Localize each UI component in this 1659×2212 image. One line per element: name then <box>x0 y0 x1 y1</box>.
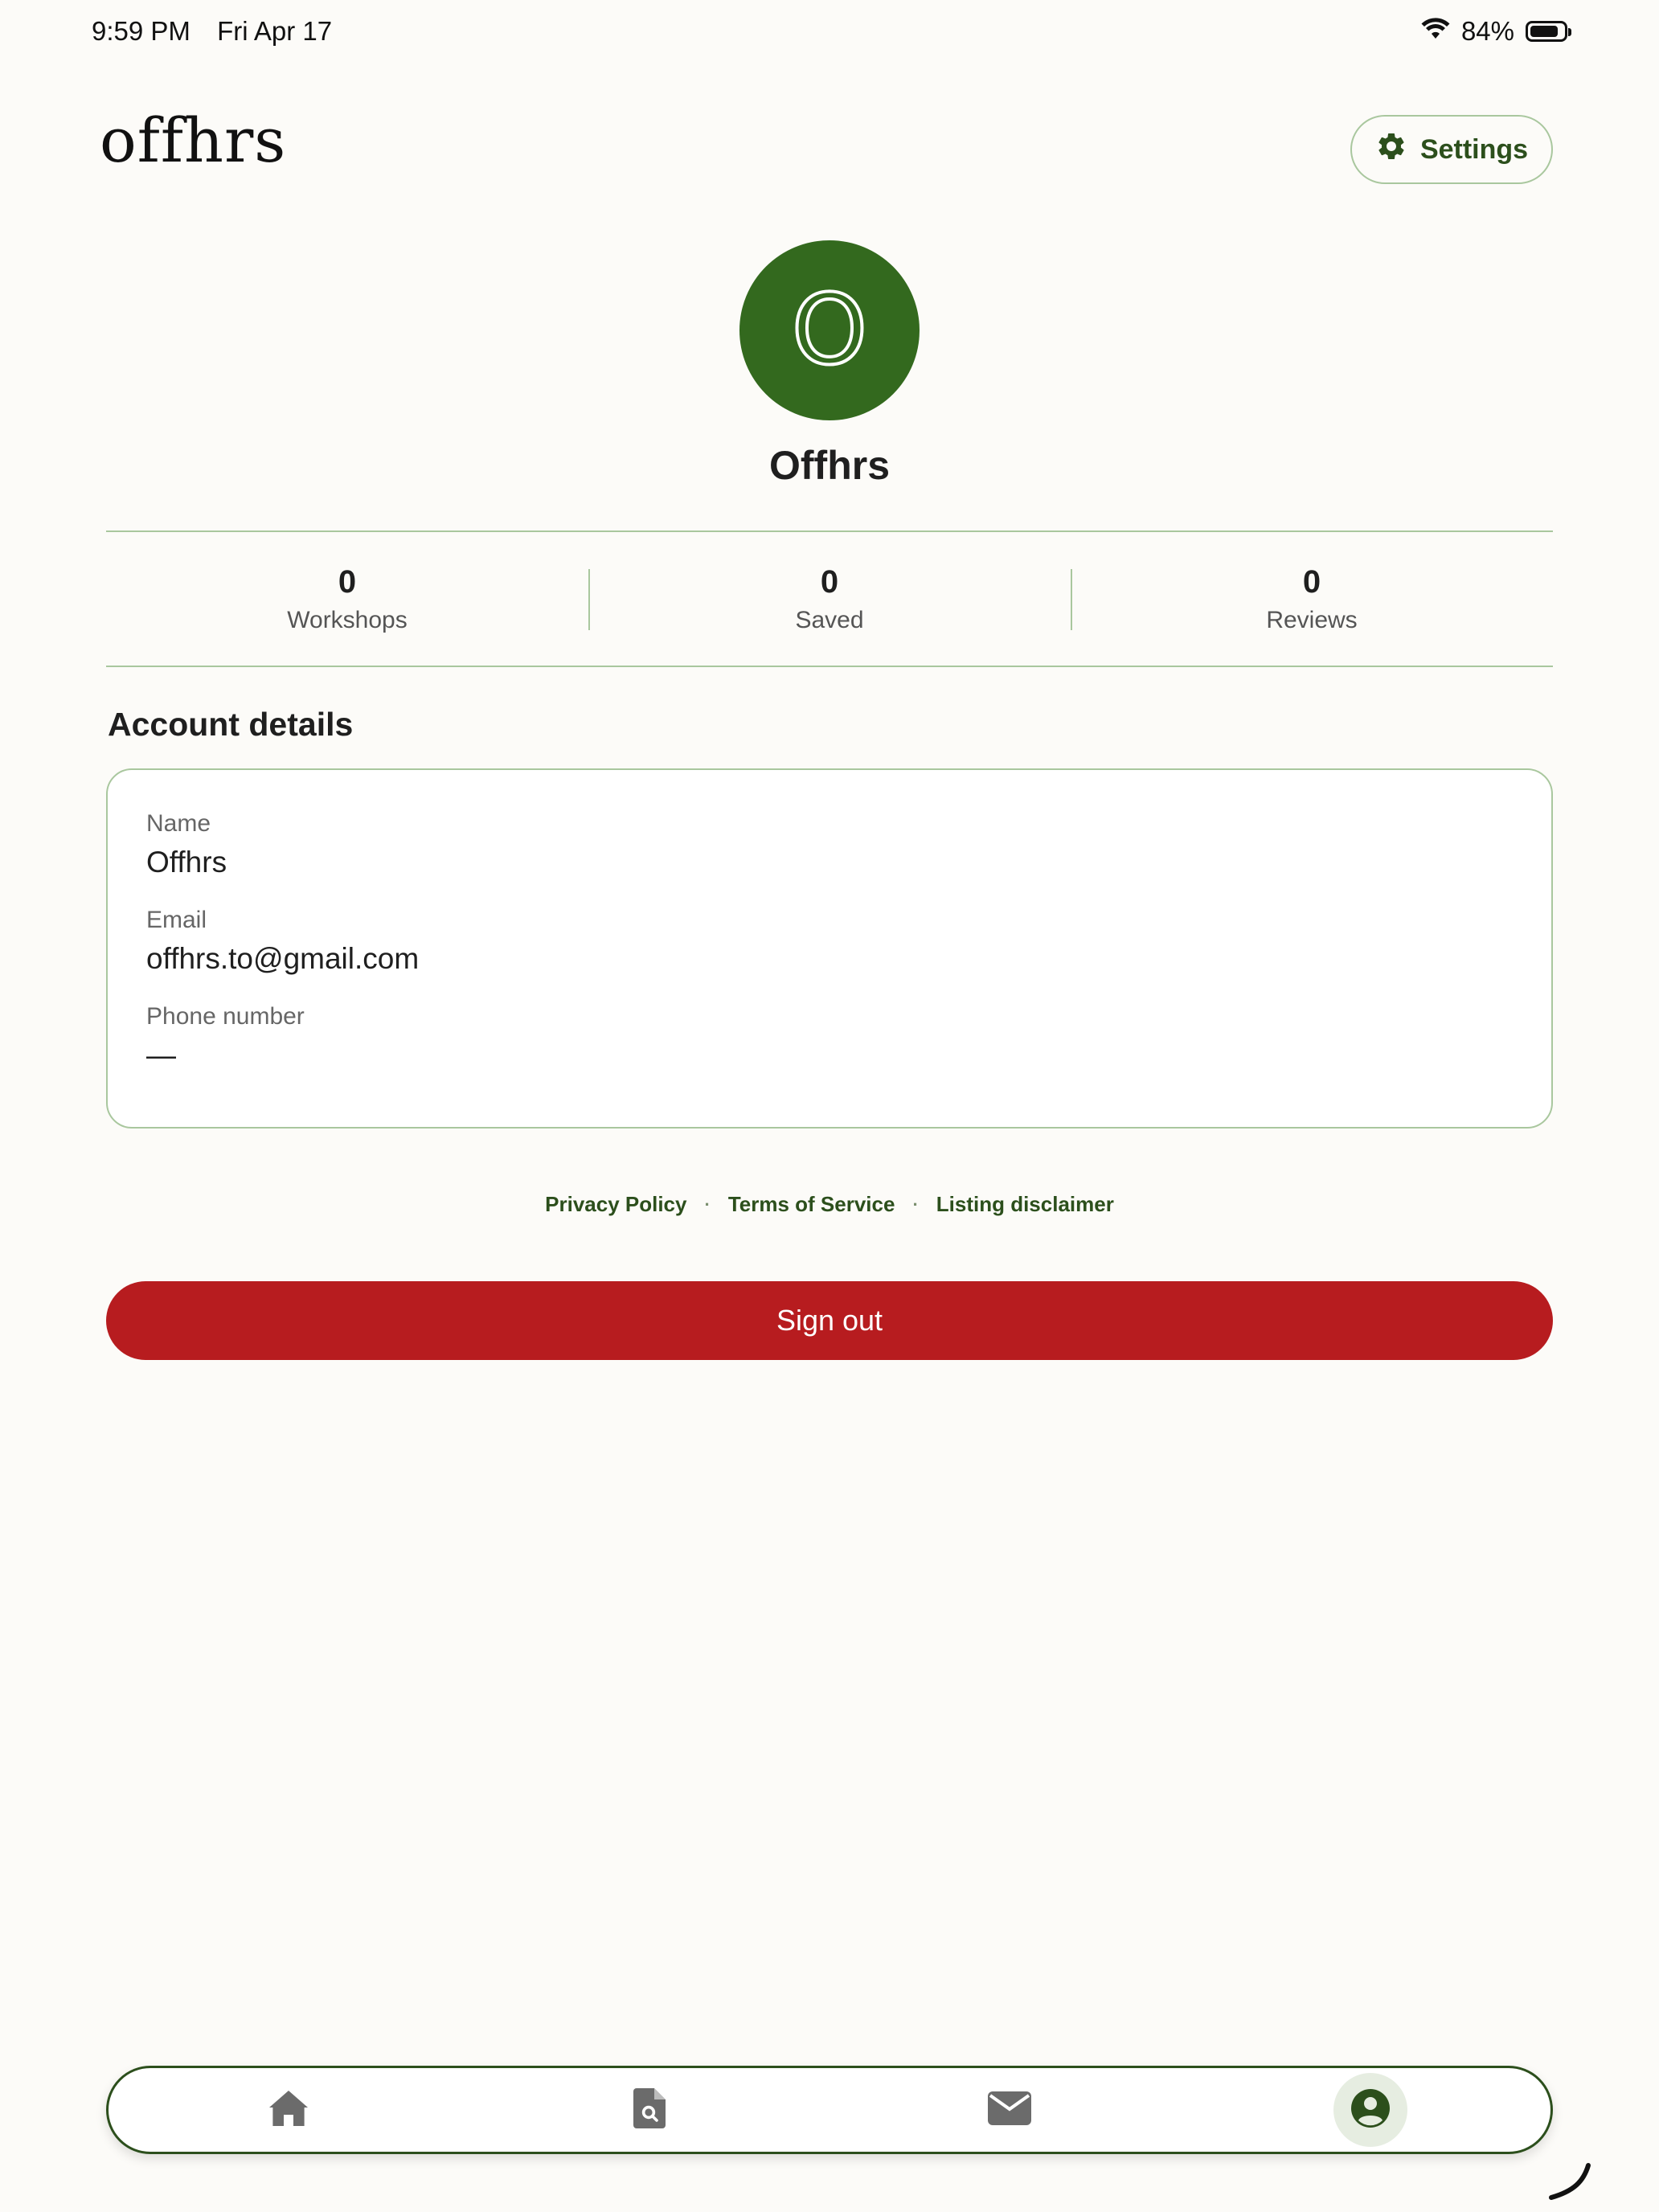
status-bar: 9:59 PM Fri Apr 17 84% <box>92 11 1571 51</box>
phone-field: Phone number — <box>146 1003 1513 1072</box>
sign-out-button[interactable]: Sign out <box>106 1281 1553 1360</box>
email-field: Email offhrs.to@gmail.com <box>146 907 1513 976</box>
privacy-policy-link[interactable]: Privacy Policy <box>545 1192 686 1217</box>
field-value: Offhrs <box>146 846 227 879</box>
link-separator: · <box>704 1194 711 1215</box>
tab-home[interactable] <box>252 2073 326 2147</box>
field-label: Phone number <box>146 1003 305 1030</box>
account-details-card: Name Offhrs Email offhrs.to@gmail.com Ph… <box>106 768 1553 1129</box>
link-separator: · <box>912 1194 919 1215</box>
field-value: — <box>146 1038 176 1071</box>
settings-button[interactable]: Settings <box>1350 115 1553 184</box>
battery-percent: 84% <box>1460 16 1514 46</box>
wifi-icon <box>1421 16 1450 47</box>
stat-workshops[interactable]: 0 Workshops <box>106 532 588 666</box>
account-details-title: Account details <box>108 706 354 743</box>
stat-value: 0 <box>1302 563 1321 600</box>
gear-icon <box>1375 130 1407 170</box>
stat-reviews[interactable]: 0 Reviews <box>1071 532 1553 666</box>
stat-label: Saved <box>795 606 864 633</box>
battery-icon <box>1526 21 1571 42</box>
footer-links: Privacy Policy · Terms of Service · List… <box>0 1192 1659 1217</box>
listing-disclaimer-link[interactable]: Listing disclaimer <box>936 1192 1114 1217</box>
status-left: 9:59 PM Fri Apr 17 <box>92 16 351 47</box>
status-right: 84% <box>1421 16 1571 47</box>
user-circle-icon <box>1350 2088 1390 2132</box>
stat-saved[interactable]: 0 Saved <box>588 532 1071 666</box>
mail-icon <box>988 2091 1032 2129</box>
avatar-initial: O <box>790 273 869 388</box>
settings-label: Settings <box>1419 133 1529 165</box>
field-value: offhrs.to@gmail.com <box>146 942 420 975</box>
status-date: Fri Apr 17 <box>217 16 333 46</box>
app-logo: offhrs <box>100 104 287 176</box>
battery-fill <box>1530 26 1558 37</box>
profile-name: Offhrs <box>769 443 890 488</box>
tab-search-documents[interactable] <box>612 2073 686 2147</box>
avatar: O <box>739 240 920 420</box>
stat-value: 0 <box>338 563 357 600</box>
status-time: 9:59 PM <box>92 16 190 46</box>
stat-label: Workshops <box>287 606 408 633</box>
field-label: Email <box>146 907 207 933</box>
stats-bar: 0 Workshops 0 Saved 0 Reviews <box>106 530 1553 667</box>
scroll-indicator <box>1546 2162 1595 2206</box>
field-label: Name <box>146 810 211 837</box>
stat-value: 0 <box>820 563 839 600</box>
name-field: Name Offhrs <box>146 810 1513 879</box>
tab-profile[interactable] <box>1333 2073 1407 2147</box>
home-icon <box>268 2089 309 2132</box>
tab-messages[interactable] <box>973 2073 1047 2147</box>
terms-of-service-link[interactable]: Terms of Service <box>728 1192 895 1217</box>
document-search-icon <box>633 2087 666 2132</box>
bottom-tab-bar <box>106 2066 1553 2154</box>
stat-label: Reviews <box>1266 606 1358 633</box>
